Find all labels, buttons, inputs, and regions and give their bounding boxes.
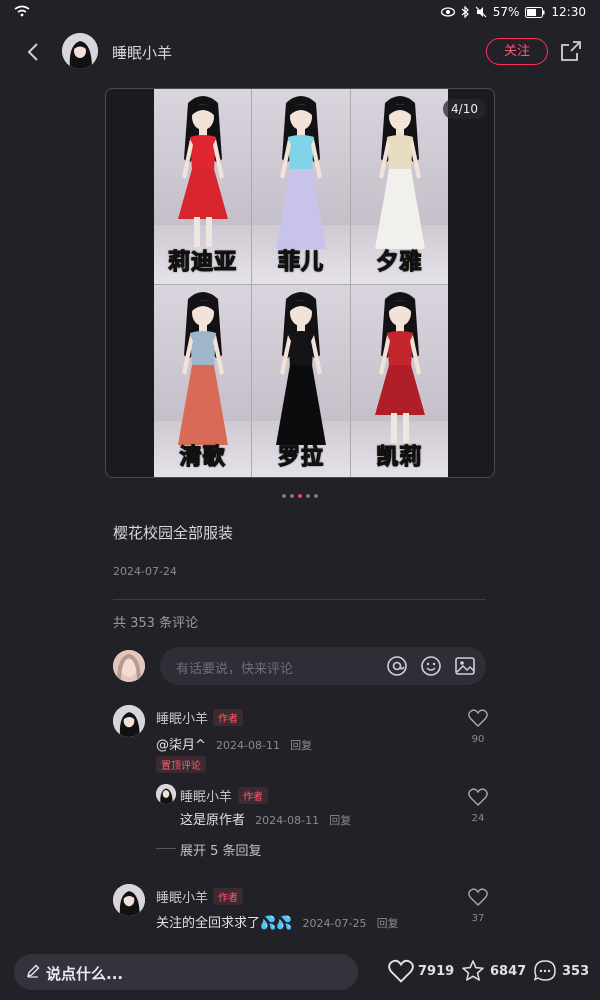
- image-upload-icon[interactable]: [454, 655, 476, 677]
- like-button[interactable]: 7919: [388, 959, 454, 983]
- author-tag: 作者: [213, 888, 243, 905]
- outfit-image: 罗拉: [252, 284, 350, 477]
- commenter-avatar[interactable]: [113, 884, 145, 916]
- author-name[interactable]: 睡眠小羊: [112, 42, 172, 63]
- pinned-comment-tag: 置顶评论: [156, 756, 206, 773]
- outfit-name-label: 清歌: [179, 444, 226, 470]
- clock: 12:30: [551, 5, 586, 19]
- page-counter: 4/10: [443, 99, 486, 119]
- comment-date: 2024-07-25: [302, 917, 367, 930]
- outfit-image: 夕雅: [350, 89, 448, 284]
- comment-bubble-icon[interactable]: [532, 959, 558, 983]
- outfit-image-grid: 莉迪亚 菲儿 夕雅清歌 罗拉 凯莉: [154, 89, 448, 477]
- mute-icon: [475, 6, 487, 18]
- bottom-bar: 说点什么... 7919 6847 353: [0, 945, 600, 1000]
- post-image-carousel[interactable]: 莉迪亚 菲儿 夕雅清歌 罗拉 凯莉 4/10: [105, 88, 495, 478]
- comment-text: 关注的全回求求了💦💦 2024-07-25 回复: [156, 912, 399, 931]
- star-icon[interactable]: [460, 959, 486, 983]
- comment-like[interactable]: 90: [463, 709, 493, 745]
- comment-body: 关注的全回求求了💦💦: [156, 916, 293, 931]
- outfit-image: 凯莉: [350, 284, 448, 477]
- like-count: 90: [471, 734, 485, 745]
- outfit-image: 菲儿: [252, 89, 350, 284]
- author-tag: 作者: [213, 709, 243, 726]
- divider: [113, 599, 486, 600]
- like-count: 37: [471, 913, 485, 924]
- expand-replies-label[interactable]: 展开 5 条回复: [180, 840, 262, 859]
- outfit-name-label: 夕雅: [376, 249, 423, 275]
- emoji-icon[interactable]: [420, 655, 442, 677]
- status-bar: 57% 12:30: [0, 0, 600, 26]
- outfit-name-label: 菲儿: [277, 249, 324, 275]
- wifi-icon: [14, 5, 30, 17]
- carousel-dots: [0, 494, 600, 498]
- commenter-name[interactable]: 睡眠小羊: [156, 887, 208, 906]
- reply-link[interactable]: 回复: [329, 814, 351, 827]
- battery-icon: [525, 6, 545, 18]
- battery-percent: 57%: [492, 5, 520, 19]
- reply-date: 2024-08-11: [255, 814, 320, 827]
- outfit-image: 清歌: [154, 284, 252, 477]
- say-something-label: 说点什么...: [46, 965, 124, 983]
- reply-body: 这是原作者: [180, 813, 246, 828]
- header: 睡眠小羊 关注: [0, 28, 600, 76]
- reply-link[interactable]: 回复: [377, 917, 399, 930]
- back-arrow-icon[interactable]: [22, 40, 46, 64]
- carousel-dot: [306, 494, 310, 498]
- comment-count: 共 353 条评论: [113, 616, 199, 631]
- eye-icon: [440, 7, 455, 17]
- commenter-avatar[interactable]: [113, 705, 145, 737]
- pencil-icon: [26, 964, 40, 978]
- comment-text: @柒月^ 2024-08-11 回复: [156, 734, 312, 753]
- comment-total: 353: [562, 963, 590, 979]
- expand-line: [156, 848, 176, 849]
- post-title: 樱花校园全部服装: [113, 524, 234, 542]
- replier-avatar[interactable]: [156, 784, 176, 804]
- carousel-dot: [290, 494, 294, 498]
- comment-date: 2024-08-11: [216, 739, 280, 752]
- commenter-name[interactable]: 睡眠小羊: [156, 708, 208, 727]
- like-total: 7919: [418, 963, 455, 979]
- carousel-dot-active: [298, 494, 302, 498]
- heart-icon[interactable]: [468, 888, 488, 906]
- reply-text: 这是原作者 2024-08-11 回复: [180, 809, 351, 828]
- comment-input[interactable]: 有话要说，快来评论: [160, 647, 486, 685]
- replier-name[interactable]: 睡眠小羊: [180, 786, 232, 805]
- carousel-dot: [282, 494, 286, 498]
- follow-button[interactable]: 关注: [486, 38, 548, 65]
- reply-link[interactable]: 回复: [290, 739, 312, 752]
- heart-icon[interactable]: [388, 959, 414, 983]
- carousel-dot: [314, 494, 318, 498]
- outfit-name-label: 莉迪亚: [168, 249, 238, 275]
- comment-like[interactable]: 37: [463, 888, 493, 924]
- expand-replies[interactable]: 展开 5 条回复: [156, 838, 486, 860]
- outfit-name-label: 罗拉: [277, 444, 324, 470]
- bluetooth-icon: [461, 6, 469, 18]
- mention-icon[interactable]: [386, 655, 408, 677]
- favorite-total: 6847: [490, 963, 527, 979]
- reply-like[interactable]: 24: [463, 788, 493, 824]
- post-date: 2024-07-24: [113, 565, 177, 578]
- my-avatar: [113, 650, 145, 682]
- author-avatar[interactable]: [62, 33, 98, 69]
- share-icon[interactable]: [560, 40, 582, 62]
- author-tag: 作者: [238, 787, 268, 804]
- say-something-input[interactable]: 说点什么...: [14, 954, 358, 990]
- comment-body: @柒月^: [156, 738, 206, 753]
- heart-icon[interactable]: [468, 788, 488, 806]
- like-count: 24: [471, 813, 485, 824]
- favorite-button[interactable]: 6847: [460, 959, 526, 983]
- outfit-name-label: 凯莉: [376, 444, 423, 470]
- heart-icon[interactable]: [468, 709, 488, 727]
- outfit-image: 莉迪亚: [154, 89, 252, 284]
- comment-button[interactable]: 353: [532, 959, 589, 983]
- comment-input-placeholder: 有话要说，快来评论: [176, 662, 294, 677]
